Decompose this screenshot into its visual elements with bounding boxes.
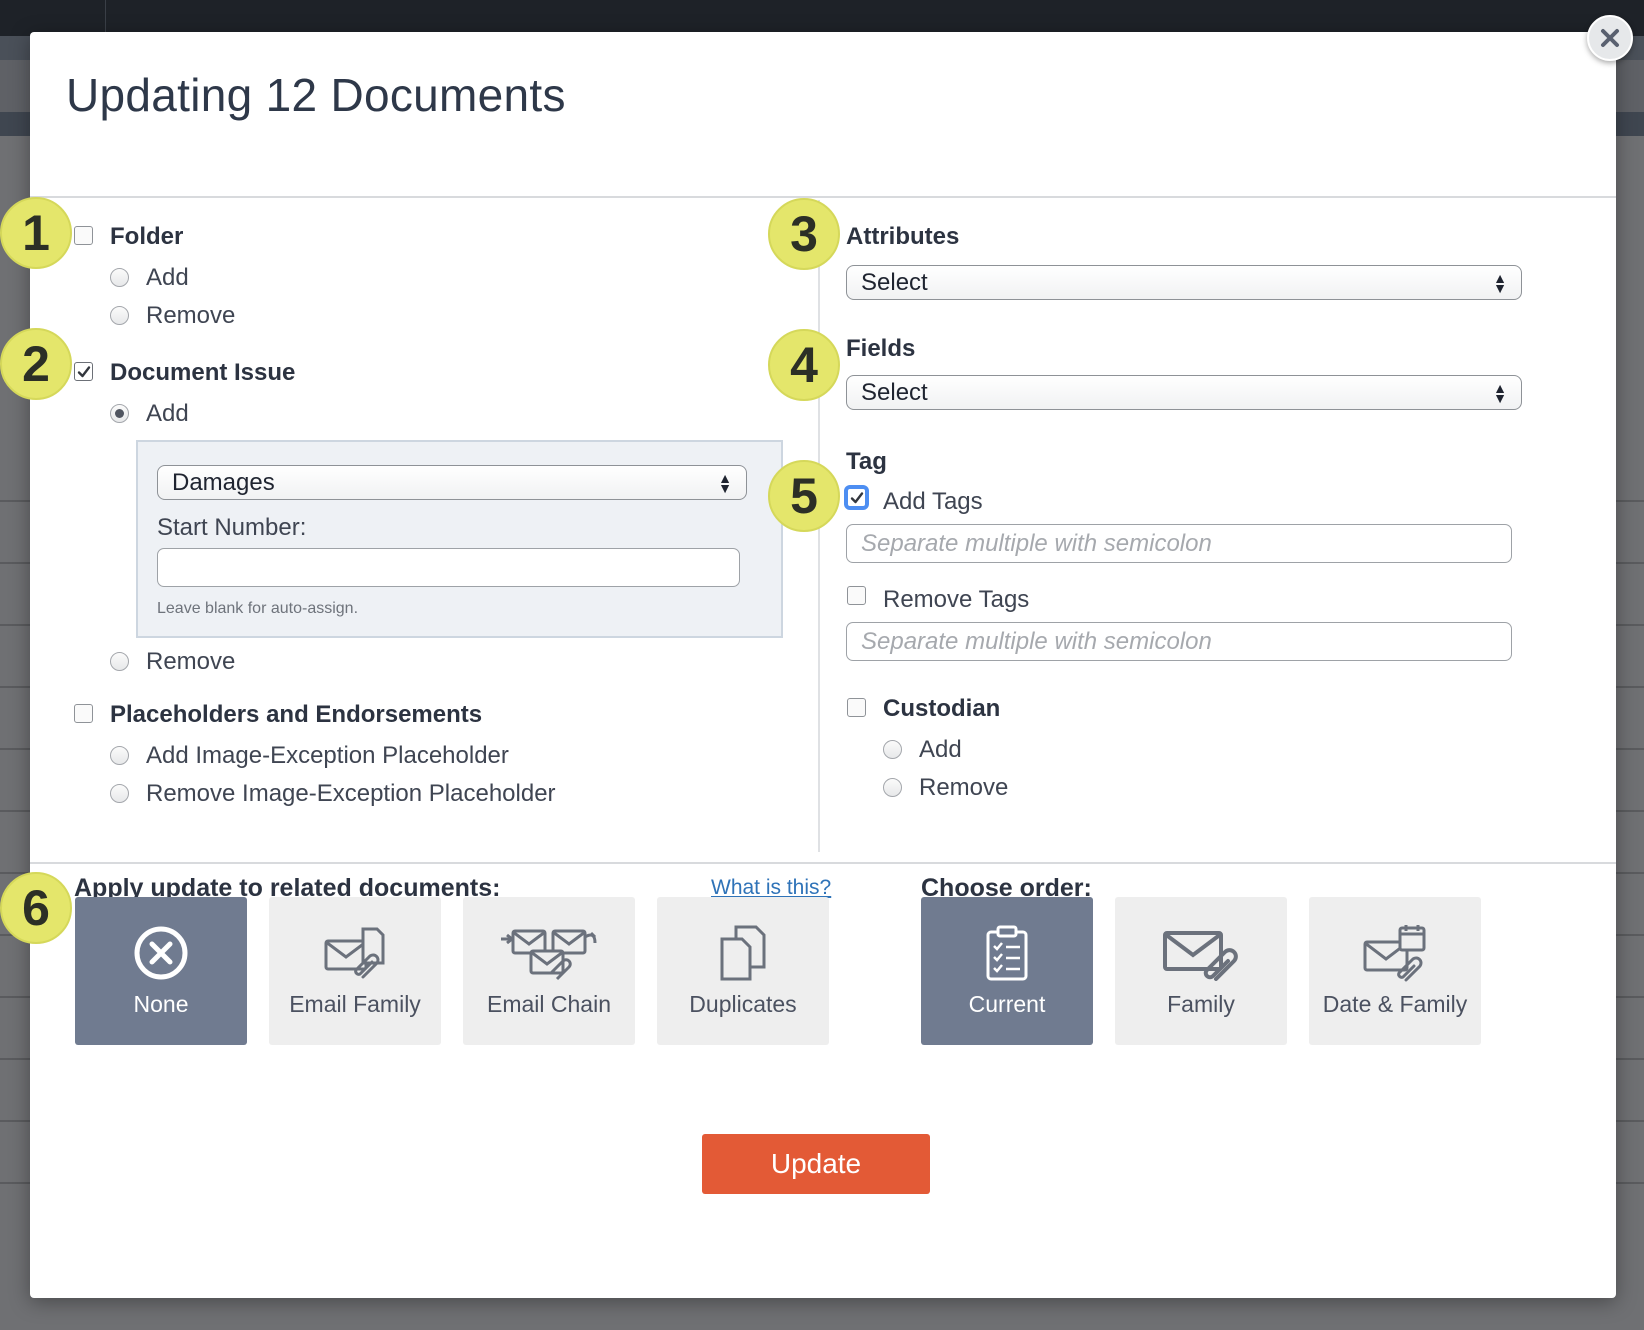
date-family-icon xyxy=(1362,923,1428,983)
close-button[interactable] xyxy=(1587,15,1633,61)
start-number-label: Start Number: xyxy=(157,514,307,541)
custodian-remove-radio[interactable] xyxy=(883,778,902,797)
document-issue-remove-label: Remove xyxy=(146,648,236,675)
select-arrows-icon: ▲ ▼ xyxy=(1493,379,1507,406)
order-option-date-family[interactable]: Date & Family xyxy=(1309,897,1481,1045)
annotation-badge-5: 5 xyxy=(768,460,840,532)
related-option-email-family[interactable]: Email Family xyxy=(269,897,441,1045)
none-icon xyxy=(133,923,189,983)
folder-add-label: Add xyxy=(146,264,189,291)
duplicates-icon xyxy=(718,923,768,983)
custodian-remove-label: Remove xyxy=(919,774,1009,801)
placeholder-add-radio[interactable] xyxy=(110,746,129,765)
header-divider xyxy=(30,196,1616,198)
tile-label: Date & Family xyxy=(1322,991,1468,1017)
annotation-badge-4: 4 xyxy=(768,329,840,401)
fields-label: Fields xyxy=(846,335,916,362)
custodian-add-label: Add xyxy=(919,736,962,763)
tile-label: Email Chain xyxy=(487,991,611,1017)
remove-tags-label: Remove Tags xyxy=(883,586,1030,613)
background-topbar xyxy=(0,0,1644,36)
add-tags-label: Add Tags xyxy=(883,488,983,515)
placeholder-add-label: Add Image-Exception Placeholder xyxy=(146,742,509,769)
annotation-badge-3: 3 xyxy=(768,198,840,270)
modal-title: Updating 12 Documents xyxy=(66,69,566,121)
tile-label: Email Family xyxy=(289,991,421,1017)
select-arrows-icon: ▲ ▼ xyxy=(1493,269,1507,296)
placeholder-remove-radio[interactable] xyxy=(110,784,129,803)
issue-select[interactable]: Damages ▲ ▼ xyxy=(157,465,747,500)
fields-select-value: Select xyxy=(861,378,928,406)
custodian-label: Custodian xyxy=(883,695,1001,722)
update-button[interactable]: Update xyxy=(702,1134,930,1194)
folder-label: Folder xyxy=(110,223,184,250)
attributes-label: Attributes xyxy=(846,223,960,250)
checkmark-icon xyxy=(850,491,863,503)
footer-divider xyxy=(30,862,1616,864)
start-number-help: Leave blank for auto-assign. xyxy=(157,600,359,617)
related-option-duplicates[interactable]: Duplicates xyxy=(657,897,829,1045)
close-icon xyxy=(1601,29,1619,47)
issue-select-value: Damages xyxy=(172,468,275,496)
folder-add-radio[interactable] xyxy=(110,268,129,287)
document-issue-checkbox[interactable] xyxy=(74,362,93,381)
custodian-add-radio[interactable] xyxy=(883,740,902,759)
remove-tags-input[interactable] xyxy=(846,622,1512,661)
placeholders-label: Placeholders and Endorsements xyxy=(110,701,483,728)
document-issue-label: Document Issue xyxy=(110,359,296,386)
email-family-icon xyxy=(323,923,387,983)
family-icon xyxy=(1162,923,1240,983)
checkmark-icon xyxy=(77,365,90,377)
document-issue-add-radio[interactable] xyxy=(110,404,129,423)
clipboard-icon xyxy=(985,923,1029,983)
document-issue-panel: Damages ▲ ▼ Start Number: Leave blank for… xyxy=(136,440,783,638)
related-option-email-chain[interactable]: Email Chain xyxy=(463,897,635,1045)
attributes-select[interactable]: Select ▲ ▼ xyxy=(846,265,1522,300)
related-option-none[interactable]: None xyxy=(75,897,247,1045)
tag-label: Tag xyxy=(846,448,887,475)
order-option-current[interactable]: Current xyxy=(921,897,1093,1045)
folder-checkbox[interactable] xyxy=(74,226,93,245)
fields-select[interactable]: Select ▲ ▼ xyxy=(846,375,1522,410)
select-arrows-icon: ▲ ▼ xyxy=(718,469,732,496)
folder-remove-radio[interactable] xyxy=(110,306,129,325)
placeholder-remove-label: Remove Image-Exception Placeholder xyxy=(146,780,556,807)
document-issue-remove-radio[interactable] xyxy=(110,652,129,671)
custodian-checkbox[interactable] xyxy=(847,698,866,717)
annotation-badge-6: 6 xyxy=(0,872,72,944)
tile-label: None xyxy=(133,991,189,1017)
add-tags-checkbox[interactable] xyxy=(847,488,866,507)
tile-label: Family xyxy=(1167,991,1235,1017)
remove-tags-checkbox[interactable] xyxy=(847,586,866,605)
annotation-badge-2: 2 xyxy=(0,328,72,400)
document-issue-add-label: Add xyxy=(146,400,189,427)
folder-remove-label: Remove xyxy=(146,302,236,329)
email-chain-icon xyxy=(499,923,599,983)
add-tags-input[interactable] xyxy=(846,524,1512,563)
placeholders-checkbox[interactable] xyxy=(74,704,93,723)
tile-label: Current xyxy=(968,991,1046,1017)
tile-label: Duplicates xyxy=(689,991,797,1017)
order-option-family[interactable]: Family xyxy=(1115,897,1287,1045)
annotation-badge-1: 1 xyxy=(0,197,72,269)
attributes-select-value: Select xyxy=(861,268,928,296)
start-number-input[interactable] xyxy=(157,548,740,587)
